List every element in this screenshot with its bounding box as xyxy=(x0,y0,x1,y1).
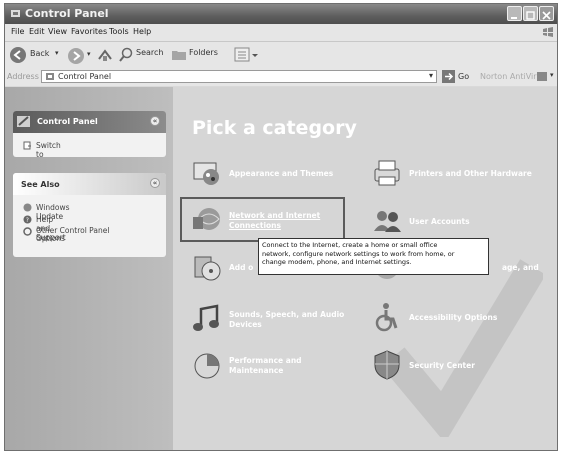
add-remove-programs-icon xyxy=(194,256,221,281)
toolbar: Back ▾ ▾ Search Folders xyxy=(5,41,557,69)
back-button[interactable]: Back ▾ xyxy=(9,45,65,65)
windows-update-icon xyxy=(23,203,32,212)
back-arrow-icon xyxy=(10,47,26,63)
views-icon[interactable] xyxy=(234,47,260,63)
printer-icon xyxy=(374,160,400,186)
norton-dropdown-icon[interactable]: ▾ xyxy=(550,71,554,79)
category-printers-and-other-hardware[interactable]: Printers and Other Hardware xyxy=(371,157,551,191)
appearance-themes-icon xyxy=(193,162,219,185)
security-shield-icon xyxy=(374,350,400,380)
category-sounds-speech-and-audio-devices[interactable]: Sounds, Speech, and Audio Devices xyxy=(191,303,351,339)
category-user-accounts[interactable]: User Accounts xyxy=(371,205,551,239)
address-dropdown-icon[interactable]: ▾ xyxy=(429,71,433,80)
folders-button[interactable]: Folders xyxy=(189,48,218,57)
forward-dropdown-icon[interactable]: ▾ xyxy=(87,50,91,58)
see-also-header[interactable]: See Also « xyxy=(13,173,166,195)
back-label: Back xyxy=(30,49,50,58)
task-pane: Control Panel « Switch to Classic View S… xyxy=(5,87,173,450)
accessibility-icon xyxy=(375,303,398,332)
user-accounts-icon xyxy=(374,211,401,232)
control-panel-small-icon xyxy=(46,73,54,80)
folders-icon[interactable] xyxy=(171,47,187,63)
windows-logo-icon xyxy=(543,27,553,37)
see-also-title: See Also xyxy=(21,180,60,189)
menu-bar: File Edit View Favorites Tools Help xyxy=(5,24,557,41)
control-panel-window: Control Panel File Edit View Favorites T… xyxy=(4,3,558,451)
category-performance-and-maintenance[interactable]: Performance and Maintenance xyxy=(191,349,341,385)
norton-icon[interactable] xyxy=(536,71,548,82)
network-globe-icon xyxy=(193,208,220,230)
tooltip-line: Connect to the Internet, create a home o… xyxy=(262,241,438,249)
control-panel-icon xyxy=(11,10,20,17)
up-folder-icon[interactable] xyxy=(97,47,113,63)
network-tooltip: Connect to the Internet, create a home o… xyxy=(258,238,489,275)
control-panel-panel: Control Panel « Switch to Classic View xyxy=(13,111,166,157)
tooltip-line: change modem, phone, and Internet settin… xyxy=(262,258,412,266)
tooltip-line: network, configure network settings to w… xyxy=(262,249,455,258)
maximize-icon xyxy=(526,11,535,20)
menu-edit[interactable]: Edit xyxy=(29,27,45,36)
control-panel-panel-title: Control Panel xyxy=(37,117,98,126)
menu-tools[interactable]: Tools xyxy=(109,27,129,36)
menu-file[interactable]: File xyxy=(11,27,24,36)
category-security-center[interactable]: Security Center xyxy=(371,349,551,383)
control-panel-header-icon xyxy=(17,116,30,127)
window-title: Control Panel xyxy=(25,7,109,20)
control-panel-panel-header[interactable]: Control Panel « xyxy=(13,111,166,133)
menu-help[interactable]: Help xyxy=(133,27,151,36)
address-input[interactable]: Control Panel ▾ xyxy=(41,70,437,83)
chevron-down-icon: ▾ xyxy=(55,49,59,57)
svg-text:?: ? xyxy=(26,217,29,224)
go-arrow-icon[interactable] xyxy=(442,70,455,83)
minimize-button[interactable] xyxy=(507,6,522,21)
sounds-music-icon xyxy=(193,304,219,331)
category-accessibility-options[interactable]: Accessibility Options xyxy=(371,301,551,335)
search-button[interactable]: Search xyxy=(136,48,163,57)
performance-pie-icon xyxy=(194,353,220,379)
close-icon xyxy=(542,11,551,20)
search-icon[interactable] xyxy=(118,47,134,63)
category-appearance-and-themes[interactable]: Appearance and Themes xyxy=(191,157,341,191)
minimize-icon xyxy=(511,17,517,19)
collapse-chevron-icon[interactable]: « xyxy=(150,116,160,126)
go-button[interactable]: Go xyxy=(458,72,469,81)
help-icon: ? xyxy=(23,215,32,224)
classic-view-icon xyxy=(23,141,31,150)
address-value: Control Panel xyxy=(58,72,112,81)
menu-view[interactable]: View xyxy=(48,27,67,36)
see-also-panel: See Also « Windows Update ? Help and Sup… xyxy=(13,173,166,257)
maximize-button[interactable] xyxy=(523,6,538,21)
forward-arrow-icon[interactable] xyxy=(67,47,85,65)
see-also-collapse-icon[interactable]: « xyxy=(150,178,160,188)
category-network-and-internet-connections[interactable]: Network and Internet Connections xyxy=(191,203,341,239)
menu-favorites[interactable]: Favorites xyxy=(71,27,107,36)
options-icon xyxy=(23,227,32,236)
address-bar: Address Control Panel ▾ Go Norton AntiVi… xyxy=(5,68,557,86)
page-heading: Pick a category xyxy=(192,117,357,139)
category-view: Pick a category Appearance and Themes Pr… xyxy=(173,87,557,450)
title-bar[interactable]: Control Panel xyxy=(5,4,557,24)
close-button[interactable] xyxy=(539,6,554,21)
address-label: Address xyxy=(7,72,39,81)
